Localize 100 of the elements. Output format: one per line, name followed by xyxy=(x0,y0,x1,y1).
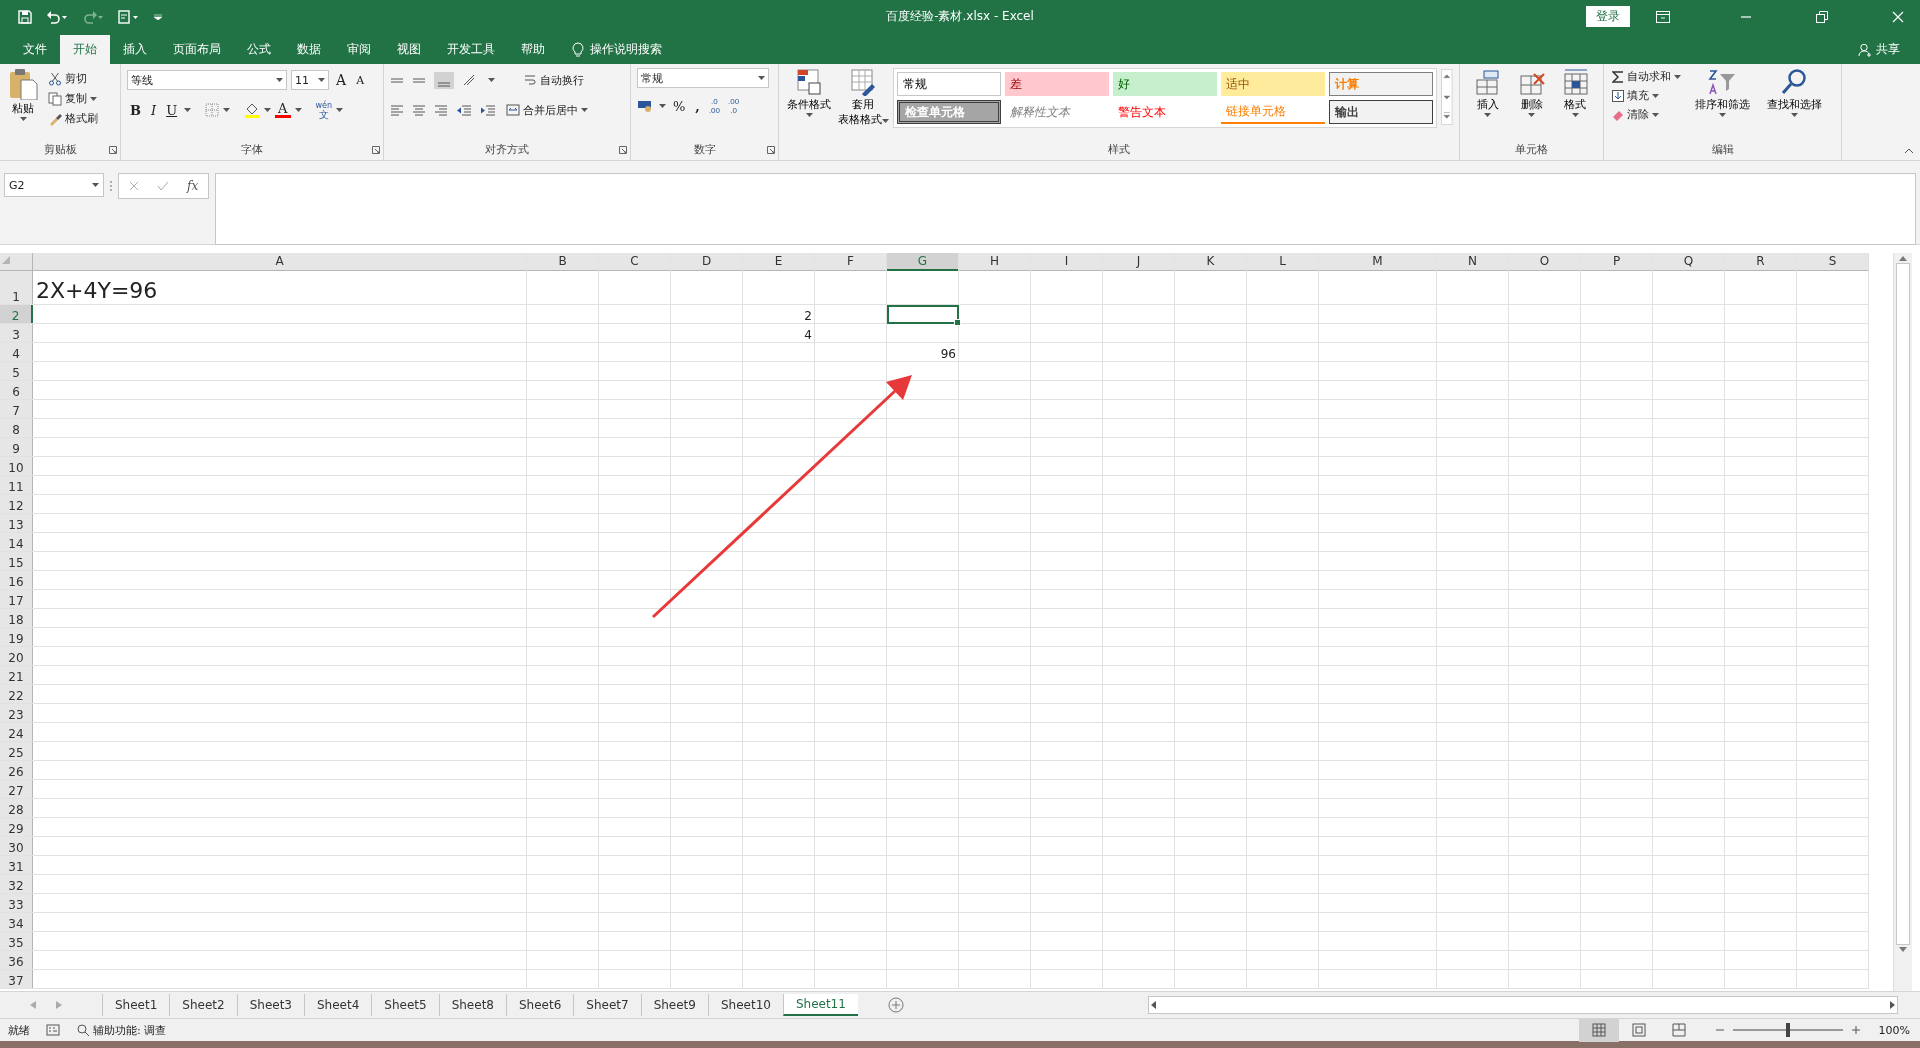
number-format-dropdown[interactable]: 常规 xyxy=(637,68,769,88)
cell-style-option[interactable]: 解释性文本 xyxy=(1005,100,1110,124)
save-icon xyxy=(18,9,32,24)
percent-button[interactable]: % xyxy=(670,98,689,114)
column-header[interactable]: M xyxy=(1319,253,1437,271)
clear-button[interactable]: 清除 xyxy=(1610,106,1683,123)
cells-button[interactable]: 格式 xyxy=(1553,68,1597,142)
italic-button[interactable]: I xyxy=(148,102,160,118)
column-header[interactable]: J xyxy=(1103,253,1175,271)
bold-button[interactable]: B xyxy=(127,102,144,118)
fill-button[interactable]: 填充 xyxy=(1610,87,1683,104)
column-header[interactable]: F xyxy=(815,253,887,271)
column-header[interactable]: C xyxy=(599,253,671,271)
group-label: 对齐方式 xyxy=(485,143,529,156)
cell-style-option[interactable]: 警告文本 xyxy=(1113,100,1218,124)
align-center-icon xyxy=(412,104,426,116)
column-header[interactable]: B xyxy=(527,253,599,271)
copy-button[interactable]: 复制 xyxy=(46,90,100,107)
view-button[interactable] xyxy=(1578,1018,1619,1042)
column-header[interactable]: K xyxy=(1175,253,1247,271)
cell-style-option[interactable]: 好 xyxy=(1113,72,1218,96)
zoom-level[interactable]: 100% xyxy=(1868,1023,1920,1037)
ribbon-tab[interactable]: 公式 xyxy=(234,35,284,64)
underline-button[interactable]: U xyxy=(163,102,181,118)
vertical-scrollbar[interactable] xyxy=(1893,253,1912,991)
autosum-button[interactable]: 自动求和 xyxy=(1610,68,1683,85)
sheet-tab[interactable]: Sheet10 xyxy=(707,994,783,1016)
sheet-tab[interactable]: Sheet8 xyxy=(438,994,506,1016)
sheet-tab[interactable]: Sheet1 xyxy=(102,994,170,1016)
sheet-tab[interactable]: Sheet6 xyxy=(505,994,574,1016)
comma-style-button[interactable]: , xyxy=(692,98,703,114)
cut-button[interactable]: 剪切 xyxy=(46,70,100,87)
align-right-icon xyxy=(434,104,448,116)
copy-icon xyxy=(48,91,62,106)
sheet-tab[interactable]: Sheet4 xyxy=(304,994,372,1016)
cell-style-option[interactable]: 常规 xyxy=(897,72,1002,96)
column-header[interactable]: N xyxy=(1437,253,1509,271)
row-header[interactable]: 1 xyxy=(0,271,33,305)
macro-record-icon xyxy=(46,1024,60,1036)
grow-font-button[interactable]: A xyxy=(333,72,350,88)
column-header[interactable]: S xyxy=(1797,253,1869,271)
ribbon-tab[interactable]: 开发工具 xyxy=(434,35,508,64)
name-box[interactable]: G2 xyxy=(4,173,104,197)
login-button[interactable]: 登录 xyxy=(1586,6,1630,27)
cells-button[interactable]: 删除 xyxy=(1509,68,1554,142)
ribbon-tab[interactable]: 开始 xyxy=(60,35,110,64)
column-header[interactable]: O xyxy=(1509,253,1581,271)
font-name-dropdown[interactable]: 等线 xyxy=(127,70,287,90)
ribbon-tab[interactable]: 帮助 xyxy=(508,35,558,64)
ribbon-tab[interactable]: 插入 xyxy=(110,35,160,64)
column-header[interactable]: P xyxy=(1581,253,1653,271)
sheet-tab[interactable]: Sheet5 xyxy=(371,994,439,1016)
decrease-decimal-button[interactable]: .00 .0 xyxy=(726,96,742,116)
caret-icon xyxy=(1652,112,1659,117)
column-header[interactable]: G xyxy=(887,253,959,271)
ribbon-tab[interactable]: 文件 xyxy=(10,35,60,64)
column-header[interactable]: I xyxy=(1031,253,1103,271)
selected-cell[interactable] xyxy=(887,305,959,324)
column-header[interactable]: Q xyxy=(1653,253,1725,271)
format-painter-button[interactable]: 格式刷 xyxy=(46,110,100,127)
align-middle-icon xyxy=(412,77,426,83)
paste-button[interactable]: 粘贴 xyxy=(6,68,40,142)
cell-style-option[interactable]: 输出 xyxy=(1329,100,1434,124)
cell-style-option[interactable]: 差 xyxy=(1005,72,1110,96)
format-as-table-button[interactable]: 套用 表格格式 xyxy=(837,68,890,142)
shrink-font-button[interactable]: A xyxy=(353,73,368,87)
conditional-formatting-button[interactable]: 条件格式 xyxy=(785,68,834,142)
sheet-tab[interactable]: Sheet9 xyxy=(640,994,708,1016)
increase-decimal-button[interactable]: .0 .00 xyxy=(706,96,722,116)
column-header[interactable]: A xyxy=(33,253,527,271)
ribbon-tab[interactable]: 数据 xyxy=(284,35,334,64)
cells-button[interactable]: 插入 xyxy=(1466,68,1510,142)
font-size-dropdown[interactable]: 11 xyxy=(291,70,329,90)
grid-icon xyxy=(1591,1023,1606,1037)
sheet-tab[interactable]: Sheet3 xyxy=(236,994,304,1016)
phonetic-guide-button[interactable]: wén 文 xyxy=(315,101,333,119)
cell-style-option[interactable]: 适中 xyxy=(1221,72,1326,96)
merge-center-button[interactable]: 合并后居中 xyxy=(504,101,590,119)
column-header[interactable]: R xyxy=(1725,253,1797,271)
sheet-tab[interactable]: Sheet2 xyxy=(169,994,237,1016)
ribbon-tab[interactable]: 审阅 xyxy=(334,35,384,64)
formula-input[interactable] xyxy=(215,173,1916,245)
accessibility-status[interactable]: 辅助功能: 调查 xyxy=(93,1022,167,1038)
share-button[interactable]: 共享 xyxy=(1876,41,1900,58)
tell-me-search[interactable]: 操作说明搜索 xyxy=(590,41,662,58)
sheet-tab[interactable]: Sheet11 xyxy=(782,994,858,1016)
column-header[interactable]: L xyxy=(1247,253,1319,271)
sort-filter-button[interactable]: 排序和筛选 xyxy=(1689,68,1755,142)
ribbon-tab[interactable]: 页面布局 xyxy=(160,35,234,64)
column-header[interactable]: H xyxy=(959,253,1031,271)
find-select-button[interactable]: 查找和选择 xyxy=(1761,68,1827,142)
horizontal-scrollbar[interactable] xyxy=(1148,996,1898,1014)
wrap-text-button[interactable]: 自动换行 xyxy=(521,71,586,89)
insert-function-button[interactable]: fx xyxy=(187,179,199,193)
caret-icon xyxy=(1652,93,1659,98)
column-header[interactable]: D xyxy=(671,253,743,271)
ribbon-tab[interactable]: 视图 xyxy=(384,35,434,64)
sheet-tab[interactable]: Sheet7 xyxy=(573,994,641,1016)
column-header[interactable]: E xyxy=(743,253,815,271)
font-color-button[interactable]: A xyxy=(275,102,291,118)
